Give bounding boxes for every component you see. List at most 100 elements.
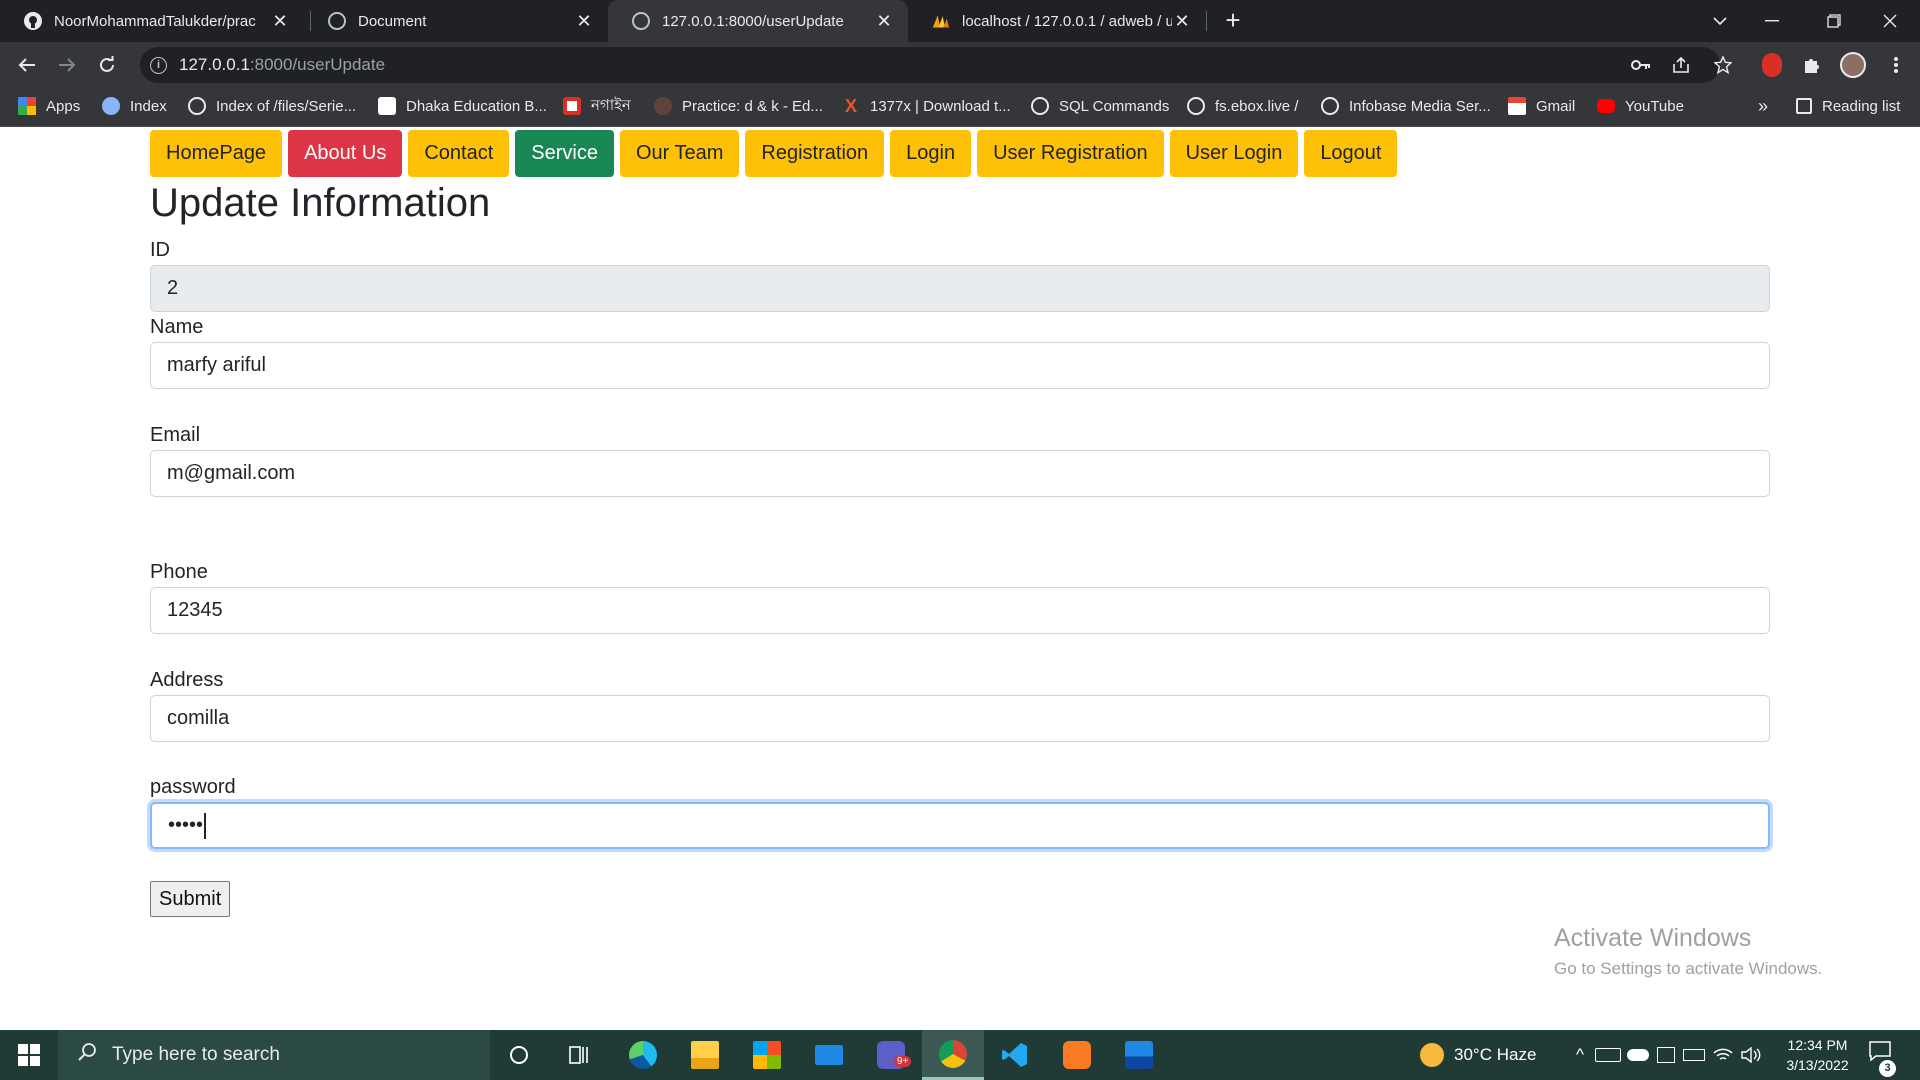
key-icon[interactable] (1630, 56, 1652, 74)
weather-widget[interactable]: 30°C Haze (1420, 1030, 1536, 1080)
submit-button[interactable]: Submit (150, 881, 231, 917)
window-close-icon[interactable] (1862, 0, 1918, 42)
taskbar-clock[interactable]: 12:34 PM 3/13/2022 (1770, 1035, 1865, 1075)
nav-user-login[interactable]: User Login (1169, 130, 1299, 177)
extensions-puzzle-icon[interactable] (1801, 56, 1823, 74)
bookmark-dhaka-education[interactable]: Dhaka Education B... (378, 87, 547, 125)
site-info-icon[interactable]: i (150, 56, 167, 74)
close-tab-icon[interactable]: ✕ (574, 11, 594, 32)
shield-icon (102, 97, 120, 115)
cortana-icon[interactable] (488, 1030, 550, 1080)
more-bookmarks-button[interactable]: » (1758, 87, 1768, 125)
edge-icon[interactable] (612, 1030, 674, 1080)
display-icon[interactable] (1657, 1047, 1675, 1063)
tab-github[interactable]: NoorMohammadTalukder/prac ✕ (0, 0, 304, 42)
nav-registration[interactable]: Registration (745, 130, 885, 177)
restore-icon[interactable] (1806, 0, 1862, 42)
close-tab-icon[interactable]: ✕ (1172, 11, 1192, 32)
phone-field[interactable]: 12345 (150, 587, 1770, 634)
bookmark-news[interactable]: নগাইন (563, 87, 631, 125)
chrome-icon[interactable] (922, 1030, 984, 1080)
wifi-icon[interactable] (1713, 1047, 1733, 1063)
speaker-icon[interactable] (1741, 1046, 1761, 1064)
globe-icon (328, 12, 346, 30)
nav-our-team[interactable]: Our Team (619, 130, 740, 177)
nav-about-us[interactable]: About Us (288, 130, 403, 177)
tab-search-chevron-icon[interactable] (1692, 0, 1748, 42)
bookmark-index-files[interactable]: Index of /files/Serie... (188, 87, 356, 125)
chrome-menu-icon[interactable] (1885, 56, 1907, 74)
bookmark-fs-ebox[interactable]: fs.ebox.live / (1187, 87, 1298, 125)
bookmark-practice[interactable]: Practice: d & k - Ed... (654, 87, 823, 125)
mail-icon[interactable] (798, 1030, 860, 1080)
close-tab-icon[interactable]: ✕ (874, 11, 894, 32)
tab-user-update[interactable]: 127.0.0.1:8000/userUpdate ✕ (608, 0, 908, 42)
minimize-icon[interactable] (1744, 0, 1800, 42)
bookmark-gmail[interactable]: Gmail (1508, 87, 1575, 125)
task-view-icon[interactable] (548, 1030, 610, 1080)
nav-login[interactable]: Login (890, 130, 972, 177)
tab-phpmyadmin[interactable]: localhost / 127.0.0.1 / adweb / us ✕ (908, 0, 1206, 42)
github-icon (24, 12, 42, 30)
photos-icon[interactable] (1108, 1030, 1170, 1080)
extension-icon[interactable] (1762, 53, 1782, 77)
clock-date: 3/13/2022 (1786, 1057, 1849, 1073)
phone-label: Phone (150, 561, 208, 583)
taskbar-search[interactable]: Type here to search (58, 1030, 490, 1080)
youtube-icon (1597, 99, 1615, 113)
file-explorer-icon[interactable] (674, 1030, 736, 1080)
new-tab-button[interactable]: + (1218, 6, 1248, 36)
address-field[interactable]: comilla (150, 695, 1770, 742)
nav-homepage[interactable]: HomePage (150, 130, 283, 177)
back-arrow-icon[interactable] (12, 50, 42, 80)
reading-list-button[interactable]: Reading list (1796, 87, 1900, 125)
tab-document[interactable]: Document ✕ (304, 0, 608, 42)
bookmark-1377x[interactable]: X 1377x | Download t... (842, 87, 1011, 125)
bookmark-star-icon[interactable] (1712, 55, 1734, 75)
onedrive-cloud-icon[interactable] (1627, 1049, 1649, 1061)
forward-arrow-icon[interactable] (52, 50, 82, 80)
browser-toolbar: i 127.0.0.1:8000/userUpdate (0, 42, 1920, 87)
top-nav: HomePage About Us Contact Service Our Te… (150, 130, 1398, 177)
battery-icon[interactable] (1683, 1049, 1705, 1061)
bookmark-youtube[interactable]: YouTube (1597, 87, 1684, 125)
windows-logo-icon (18, 1044, 40, 1066)
nav-service[interactable]: Service (515, 130, 614, 177)
share-icon[interactable] (1670, 56, 1692, 74)
password-field[interactable]: ••••• (150, 802, 1770, 849)
bookmark-label: Index of /files/Serie... (216, 97, 357, 115)
reload-icon[interactable] (92, 50, 122, 80)
bookmark-sql-commands[interactable]: SQL Commands (1031, 87, 1169, 125)
start-button[interactable] (0, 1030, 58, 1080)
nav-contact[interactable]: Contact (408, 130, 510, 177)
phpmyadmin-icon (932, 12, 950, 30)
profile-avatar[interactable] (1840, 52, 1866, 78)
close-tab-icon[interactable]: ✕ (270, 11, 290, 32)
email-field[interactable]: m@gmail.com (150, 450, 1770, 497)
vscode-icon[interactable] (984, 1030, 1046, 1080)
bookmark-label: Gmail (1536, 97, 1576, 115)
bookmark-index[interactable]: Index (102, 87, 167, 125)
notification-count-badge: 3 (1879, 1060, 1896, 1077)
watermark-subtitle: Go to Settings to activate Windows. (1554, 959, 1823, 978)
browser-tab-strip: NoorMohammadTalukder/prac ✕ Document ✕ 1… (0, 0, 1920, 42)
address-bar[interactable]: i 127.0.0.1:8000/userUpdate (140, 47, 1720, 83)
xampp-icon[interactable] (1046, 1030, 1108, 1080)
search-icon (78, 1042, 98, 1068)
bookmark-apps[interactable]: Apps (18, 87, 80, 125)
teams-badge: 9+ (894, 1056, 912, 1067)
activate-windows-watermark: Activate Windows Go to Settings to activ… (1554, 924, 1822, 979)
name-field[interactable]: marfy ariful (150, 342, 1770, 389)
nav-logout[interactable]: Logout (1304, 130, 1398, 177)
gmail-icon (1508, 97, 1526, 115)
nav-user-registration[interactable]: User Registration (977, 130, 1164, 177)
bookmark-infobase[interactable]: Infobase Media Ser... (1321, 87, 1491, 125)
teams-icon[interactable]: 9+ (860, 1030, 922, 1080)
apps-grid-icon (18, 97, 36, 115)
bookmark-label: Dhaka Education B... (406, 97, 547, 115)
x-logo-icon: X (844, 96, 857, 116)
text-caret (204, 812, 207, 839)
show-hidden-icons-chevron-icon[interactable]: ^ (1565, 1045, 1595, 1065)
device-icon[interactable] (1595, 1048, 1621, 1062)
store-icon[interactable] (736, 1030, 798, 1080)
